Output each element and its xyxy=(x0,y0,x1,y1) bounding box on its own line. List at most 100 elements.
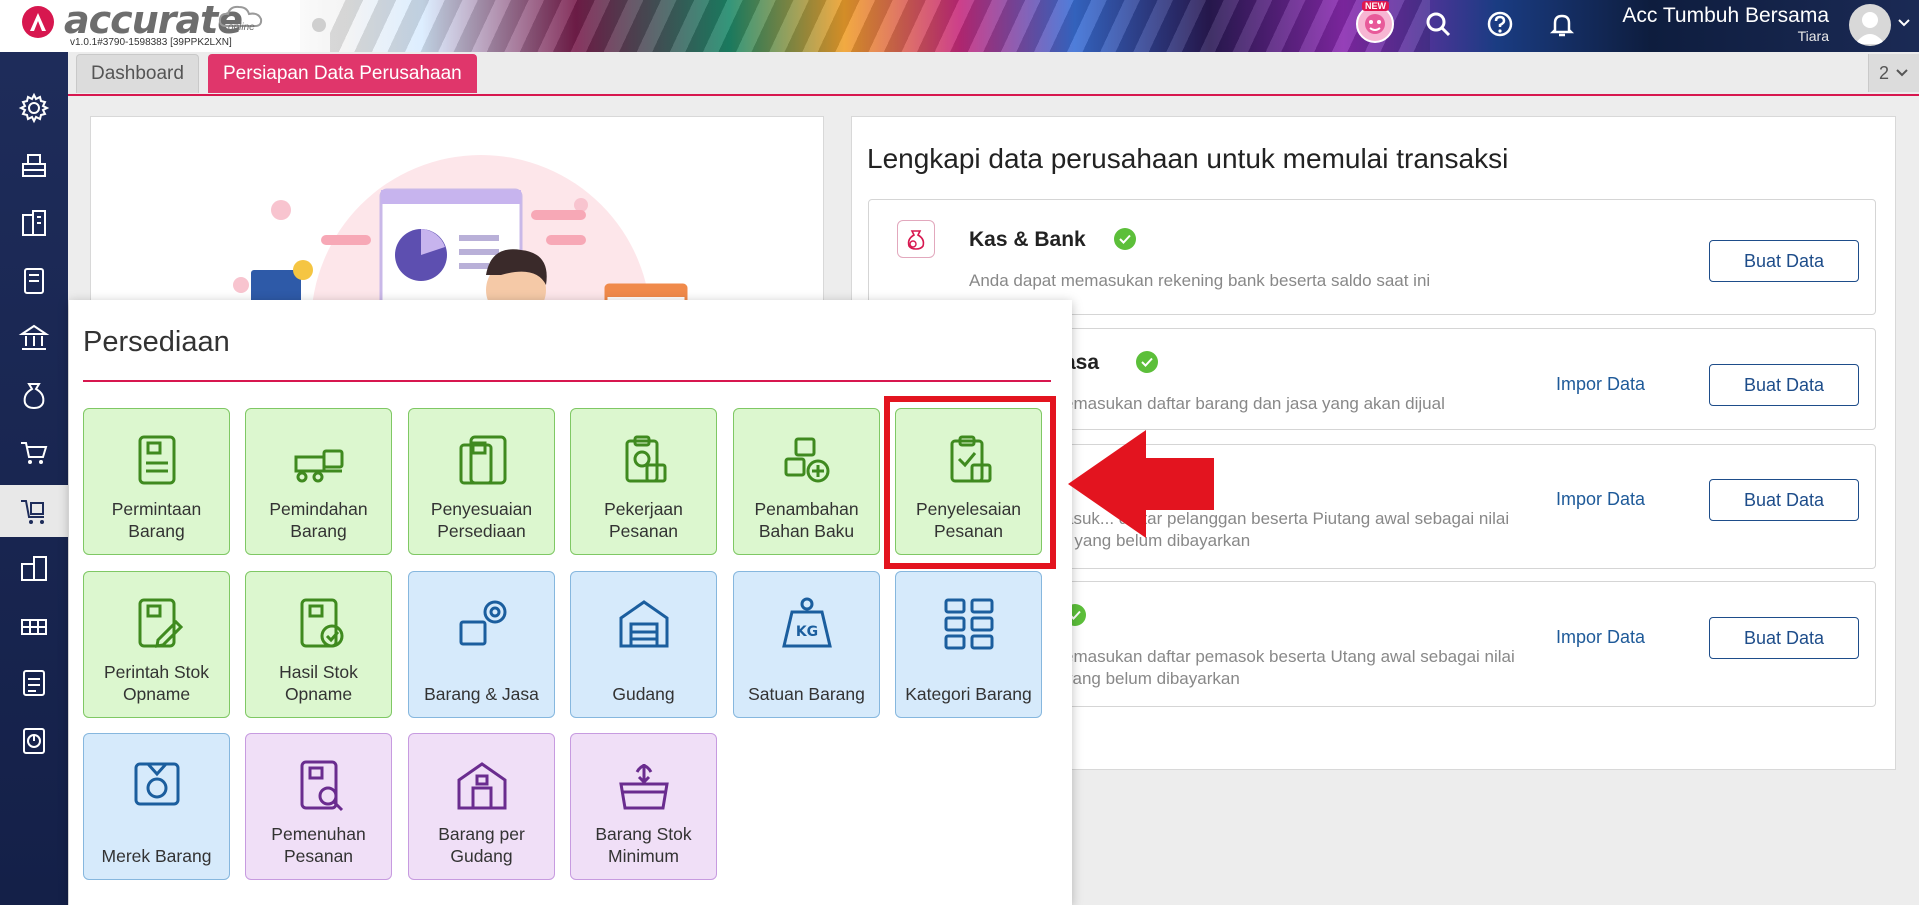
sidebar-item-cashier[interactable] xyxy=(0,140,68,192)
sidebar-item-building[interactable] xyxy=(0,542,68,594)
tile-merek-barang[interactable]: Merek Barang xyxy=(83,733,230,880)
impor-data-link[interactable]: Impor Data xyxy=(1556,489,1645,510)
card-description: emasukan daftar barang dan jasa yang aka… xyxy=(1064,394,1445,413)
cashier-icon xyxy=(22,154,46,177)
tile-label: Gudang xyxy=(573,683,714,705)
buat-data-button[interactable]: Buat Data xyxy=(1709,364,1859,406)
logo-area[interactable]: accurate online v1.0.1#3790-1598383 [39P… xyxy=(0,0,300,52)
card-description: emasukan daftar pemasok beserta Utang aw… xyxy=(1064,647,1515,666)
tile-hasil-stok-opname[interactable]: Hasil Stok Opname xyxy=(245,571,392,718)
buat-data-button[interactable]: Buat Data xyxy=(1709,617,1859,659)
building-icon xyxy=(21,556,47,581)
penyesuaian-persediaan-icon xyxy=(459,435,506,485)
tile-barang-jasa[interactable]: Barang & Jasa xyxy=(408,571,555,718)
tile-label-line2: Barang & Jasa xyxy=(424,684,539,704)
tile-label-line2: Pesanan xyxy=(608,521,679,541)
tile-label: Barang & Jasa xyxy=(411,683,552,705)
sidebar-item-report[interactable] xyxy=(0,715,68,767)
buat-data-button[interactable]: Buat Data xyxy=(1709,240,1859,282)
tile-pemindahan-barang[interactable]: Pemindahan Barang xyxy=(245,408,392,555)
new-badge: NEW xyxy=(1362,1,1389,11)
barang-jasa-icon xyxy=(459,600,506,646)
popup-title: Persediaan xyxy=(83,326,230,358)
checklist-title: Lengkapi data perusahaan untuk memulai t… xyxy=(867,143,1509,174)
help-icon[interactable] xyxy=(1486,10,1514,38)
user-avatar[interactable] xyxy=(1849,4,1891,46)
tile-kategori-barang[interactable]: Kategori Barang xyxy=(895,571,1042,718)
bell-icon[interactable] xyxy=(1548,10,1576,38)
logo-subtext: online xyxy=(228,22,255,33)
tile-label-line1: Pekerjaan xyxy=(604,499,683,519)
tile-label-line2: Kategori Barang xyxy=(905,684,1032,704)
sidebar-item-cart[interactable] xyxy=(0,427,68,479)
tile-penyesuaian-persediaan[interactable]: Penyesuaian Persediaan xyxy=(408,408,555,555)
tile-label: Penambahan Bahan Baku xyxy=(736,498,877,542)
tile-label-line1: Barang Stok xyxy=(595,824,692,844)
sidebar-item-inventory[interactable] xyxy=(0,485,68,537)
tile-label-line2: Pesanan xyxy=(283,846,354,866)
sidebar-item-tax[interactable] xyxy=(0,657,68,709)
sidebar-item-warehouse[interactable] xyxy=(0,600,68,652)
inventory-icon xyxy=(21,500,44,524)
tile-pekerjaan-pesanan[interactable]: Pekerjaan Pesanan xyxy=(570,408,717,555)
buat-data-button[interactable]: Buat Data xyxy=(1709,479,1859,521)
chevron-down-icon[interactable] xyxy=(1897,18,1911,28)
tile-label: Barang per Gudang xyxy=(411,823,552,867)
sidebar-item-ledger[interactable] xyxy=(0,255,68,307)
tile-perintah-stok-opname[interactable]: Perintah Stok Opname xyxy=(83,571,230,718)
accurate-logo-icon xyxy=(22,6,54,38)
company-icon xyxy=(22,210,46,236)
tile-label-line2: Satuan Barang xyxy=(748,684,865,704)
impor-data-link[interactable]: Impor Data xyxy=(1556,374,1645,395)
money-bag-icon xyxy=(897,220,935,258)
tile-label-line2: Minimum xyxy=(608,846,679,866)
tile-label-line1: Penambahan xyxy=(754,499,859,519)
card-title: Kas & Bank xyxy=(969,228,1086,251)
merek-barang-icon xyxy=(134,762,179,806)
sidebar-item-bank[interactable] xyxy=(0,312,68,364)
sidebar-item-money-bag[interactable] xyxy=(0,370,68,422)
tile-penambahan-bahan-baku[interactable]: Penambahan Bahan Baku xyxy=(733,408,880,555)
tile-pemenuhan-pesanan[interactable]: Pemenuhan Pesanan xyxy=(245,733,392,880)
sidebar-item-company[interactable] xyxy=(0,197,68,249)
tile-label-line1: Perintah Stok xyxy=(103,662,210,682)
tile-label-line2: Bahan Baku xyxy=(758,521,855,541)
tile-label: Pemindahan Barang xyxy=(248,498,389,542)
warehouse-icon xyxy=(21,619,47,635)
impor-data-link[interactable]: Impor Data xyxy=(1556,627,1645,648)
tile-label: Pekerjaan Pesanan xyxy=(573,498,714,542)
tile-label: Permintaan Barang xyxy=(86,498,227,542)
satuan-barang-icon: KG xyxy=(781,597,832,648)
barang-per-gudang-icon xyxy=(457,762,506,810)
tile-barang-stok-minimum[interactable]: Barang Stok Minimum xyxy=(570,733,717,880)
tile-label-line1: Hasil Stok xyxy=(279,662,358,682)
card-kas-bank: Kas & Bank Anda dapat memasukan rekening… xyxy=(868,199,1876,315)
tile-gudang[interactable]: Gudang xyxy=(570,571,717,718)
tile-satuan-barang[interactable]: KG Satuan Barang xyxy=(733,571,880,718)
tile-label-line1: Pemenuhan xyxy=(271,824,366,844)
tab-count-dropdown[interactable]: 2 xyxy=(1868,54,1919,92)
search-icon[interactable] xyxy=(1424,10,1452,38)
tile-label-line2: Barang xyxy=(128,521,185,541)
pointer-arrow-icon xyxy=(1068,430,1214,538)
tile-label-line2: Gudang xyxy=(450,846,513,866)
status-dot-icon xyxy=(312,18,326,32)
ledger-icon xyxy=(24,268,44,294)
user-name[interactable]: Tiara xyxy=(1798,28,1829,44)
tile-label-line2: Merek Barang xyxy=(101,846,212,866)
tile-barang-per-gudang[interactable]: Barang per Gudang xyxy=(408,733,555,880)
tile-label-line2: Persediaan xyxy=(437,521,526,541)
cart-icon xyxy=(21,442,48,464)
tile-label-line2: Opname xyxy=(122,684,191,704)
sidebar-item-settings[interactable] xyxy=(0,82,68,134)
tab-persiapan-data[interactable]: Persiapan Data Perusahaan xyxy=(208,54,477,93)
company-name[interactable]: Acc Tumbuh Bersama xyxy=(1622,4,1829,28)
tile-permintaan-barang[interactable]: Permintaan Barang xyxy=(83,408,230,555)
tab-dashboard[interactable]: Dashboard xyxy=(76,54,199,93)
chevron-down-icon xyxy=(1896,69,1908,77)
popup-divider xyxy=(83,380,1051,382)
report-icon xyxy=(23,728,45,754)
left-sidebar xyxy=(0,52,68,905)
tile-label-line1: Permintaan xyxy=(111,499,202,519)
penambahan-bahan-baku-icon xyxy=(784,437,829,483)
